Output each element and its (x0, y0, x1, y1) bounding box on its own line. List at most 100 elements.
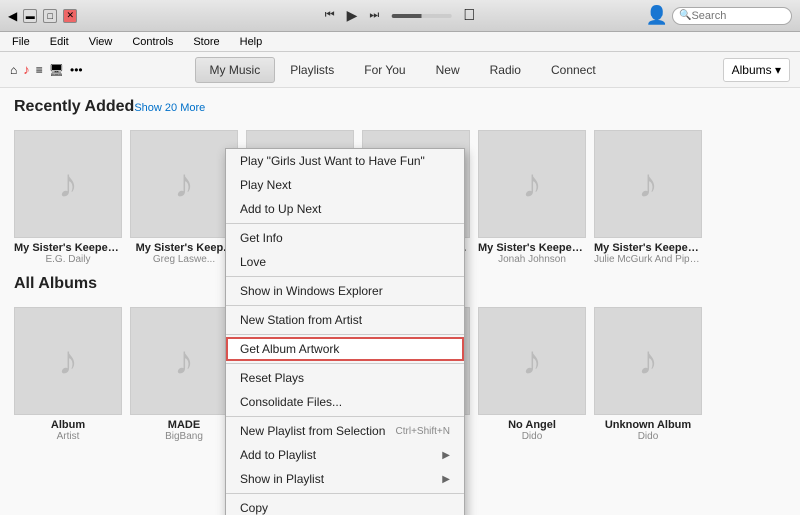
all-album-artist-5: Dido (478, 431, 586, 442)
ctx-sep-6 (226, 416, 464, 417)
minimize-button[interactable]: ▬ (23, 9, 37, 23)
ctx-show-playlist-arrow: ▶ (442, 474, 450, 485)
album-title-1: My Sister's Keeper OST (14, 242, 122, 254)
all-album-title-5: No Angel (478, 419, 586, 431)
all-album-title-6: Unknown Album (594, 419, 702, 431)
album-artist-5: Jonah Johnson (478, 254, 586, 265)
album-art-2: ♪ (130, 130, 238, 238)
all-album-title-2: MADE (130, 419, 238, 431)
ctx-get-info[interactable]: Get Info (226, 226, 464, 250)
album-art-6: ♪ (594, 130, 702, 238)
tab-new[interactable]: New (421, 57, 475, 83)
back-nav-icon[interactable]: ◀ (8, 9, 17, 23)
ctx-show-explorer[interactable]: Show in Windows Explorer (226, 279, 464, 303)
all-album-2[interactable]: ♪ MADE BigBang (130, 307, 238, 442)
tab-radio[interactable]: Radio (475, 57, 536, 83)
recently-added-header: Recently Added Show 20 More (14, 98, 786, 124)
tab-for-you[interactable]: For You (349, 57, 420, 83)
ctx-consolidate[interactable]: Consolidate Files... (226, 390, 464, 414)
play-btn[interactable]: ▶ (347, 7, 358, 24)
main-content: Recently Added Show 20 More ♪ My Sister'… (0, 88, 800, 515)
albums-button[interactable]: Albums ▾ (723, 58, 790, 82)
ctx-reset-plays[interactable]: Reset Plays (226, 366, 464, 390)
context-menu: Play "Girls Just Want to Have Fun" Play … (225, 148, 465, 515)
menu-edit[interactable]: Edit (46, 34, 73, 50)
ctx-sep-3 (226, 305, 464, 306)
recent-album-2[interactable]: ♪ My Sister's Keep... Greg Laswe... (130, 130, 238, 265)
menu-file[interactable]: File (8, 34, 34, 50)
title-bar-controls: ◀ ▬ □ ✕ (8, 9, 77, 23)
prev-btn[interactable]: ⏮ (325, 9, 335, 22)
album-art-5: ♪ (478, 130, 586, 238)
ctx-show-in-playlist[interactable]: Show in Playlist ▶ (226, 467, 464, 491)
ctx-new-station[interactable]: New Station from Artist (226, 308, 464, 332)
apple-logo:  (463, 7, 475, 25)
ctx-love[interactable]: Love (226, 250, 464, 274)
recent-album-1[interactable]: ♪ My Sister's Keeper OST E.G. Daily (14, 130, 122, 265)
all-album-art-2: ♪ (130, 307, 238, 415)
tab-playlists[interactable]: Playlists (275, 57, 349, 83)
title-bar: ◀ ▬ □ ✕ ⏮ ▶ ⏭  👤 🔍 (0, 0, 800, 32)
search-box[interactable]: 🔍 (672, 7, 792, 25)
album-artist-2: Greg Laswe... (130, 254, 238, 265)
tab-connect[interactable]: Connect (536, 57, 611, 83)
home-icon[interactable]: ⌂ (10, 63, 17, 77)
ctx-sep-7 (226, 493, 464, 494)
all-note-icon-5: ♪ (522, 339, 542, 384)
album-artist-6: Julie McGurk And Pipe Maj... (594, 254, 702, 265)
menu-view[interactable]: View (85, 34, 117, 50)
monitor-icon[interactable]: 🖥 (49, 63, 64, 77)
all-album-art-6: ♪ (594, 307, 702, 415)
ctx-play-song[interactable]: Play "Girls Just Want to Have Fun" (226, 149, 464, 173)
ctx-sep-5 (226, 363, 464, 364)
nav-left-icons: ⌂ ♪ ≡ 🖥 ••• (10, 62, 83, 77)
recent-album-6[interactable]: ♪ My Sister's Keeper OST Julie McGurk An… (594, 130, 702, 265)
note-icon[interactable]: ♪ (23, 62, 30, 77)
menu-controls[interactable]: Controls (128, 34, 177, 50)
menu-bar: File Edit View Controls Store Help (0, 32, 800, 52)
search-icon: 🔍 (679, 10, 691, 21)
ctx-copy[interactable]: Copy (226, 496, 464, 515)
music-note-icon: ♪ (58, 162, 78, 207)
all-album-1[interactable]: ♪ Album Artist (14, 307, 122, 442)
ctx-show-playlist-label: Show in Playlist (240, 472, 324, 486)
title-bar-right: 👤 🔍 (646, 5, 792, 26)
nav-right: Albums ▾ (723, 58, 790, 82)
volume-slider[interactable] (391, 14, 451, 18)
all-album-5[interactable]: ♪ No Angel Dido (478, 307, 586, 442)
ctx-play-next[interactable]: Play Next (226, 173, 464, 197)
album-title-2: My Sister's Keep... (130, 242, 238, 254)
ctx-get-album-artwork[interactable]: Get Album Artwork (226, 337, 464, 361)
close-button[interactable]: ✕ (63, 9, 77, 23)
all-album-art-5: ♪ (478, 307, 586, 415)
all-album-artist-1: Artist (14, 431, 122, 442)
recent-album-5[interactable]: ♪ My Sister's Keeper OST Jonah Johnson (478, 130, 586, 265)
recently-added-title: Recently Added (14, 98, 134, 116)
ctx-add-to-playlist[interactable]: Add to Playlist ▶ (226, 443, 464, 467)
album-artist-1: E.G. Daily (14, 254, 122, 265)
ctx-add-up-next[interactable]: Add to Up Next (226, 197, 464, 221)
show-more-link[interactable]: Show 20 More (134, 102, 205, 114)
ctx-sep-1 (226, 223, 464, 224)
music-note-icon-2: ♪ (174, 162, 194, 207)
search-input[interactable] (691, 10, 781, 22)
ctx-sep-4 (226, 334, 464, 335)
all-album-artist-2: BigBang (130, 431, 238, 442)
menu-help[interactable]: Help (236, 34, 267, 50)
ctx-new-playlist[interactable]: New Playlist from Selection Ctrl+Shift+N (226, 419, 464, 443)
tab-my-music[interactable]: My Music (195, 57, 276, 83)
all-album-artist-6: Dido (594, 431, 702, 442)
all-album-title-1: Album (14, 419, 122, 431)
all-albums-title: All Albums (14, 275, 97, 293)
more-icon[interactable]: ••• (70, 63, 83, 77)
nav-tabs: My Music Playlists For You New Radio Con… (195, 57, 611, 83)
next-btn[interactable]: ⏭ (369, 9, 379, 22)
menu-store[interactable]: Store (189, 34, 223, 50)
music-note-icon-5: ♪ (522, 162, 542, 207)
restore-button[interactable]: □ (43, 9, 57, 23)
account-icon[interactable]: 👤 (646, 5, 668, 26)
list-icon[interactable]: ≡ (36, 63, 43, 77)
all-album-6[interactable]: ♪ Unknown Album Dido (594, 307, 702, 442)
nav-bar: ⌂ ♪ ≡ 🖥 ••• My Music Playlists For You N… (0, 52, 800, 88)
ctx-new-playlist-label: New Playlist from Selection (240, 424, 385, 438)
